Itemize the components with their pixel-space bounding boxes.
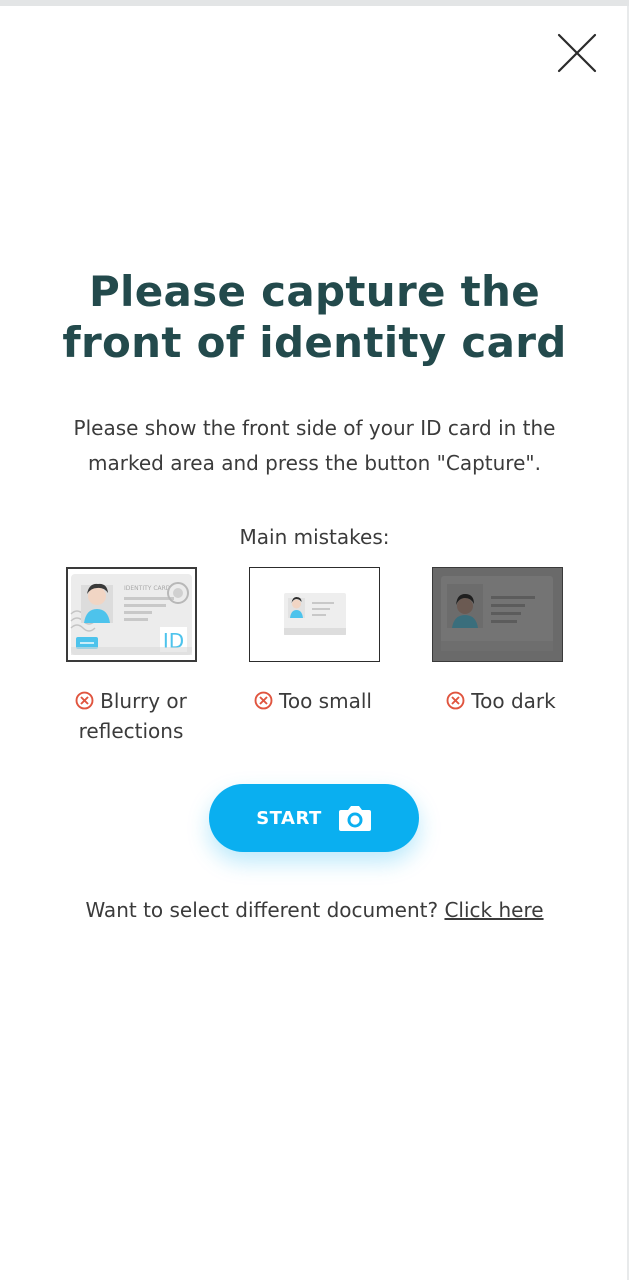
page-title: Please capture the front of identity car… bbox=[0, 266, 629, 368]
card-title-text: IDENTITY CARD bbox=[124, 585, 171, 592]
error-circle-icon bbox=[446, 691, 465, 710]
mistake-example-too-small bbox=[249, 567, 380, 662]
camera-icon bbox=[338, 806, 371, 831]
dark-id-card-illustration bbox=[433, 568, 562, 661]
mistakes-heading: Main mistakes: bbox=[239, 525, 390, 549]
top-status-strip bbox=[0, 0, 629, 6]
select-document-text: Want to select different document? bbox=[85, 898, 439, 922]
instructions-text: Please show the front side of your ID ca… bbox=[73, 416, 556, 475]
title-line-1: Please capture the bbox=[88, 267, 541, 316]
mistake-example-blurry: IDENTITY CARD ID bbox=[66, 567, 197, 662]
close-button[interactable] bbox=[556, 32, 598, 74]
mistake-label-too-dark: Too dark bbox=[471, 689, 556, 713]
mistake-example-too-dark bbox=[432, 567, 563, 662]
mistake-caption-too-small: Too small bbox=[238, 686, 388, 716]
select-document-prompt: Want to select different document? Click… bbox=[0, 895, 629, 925]
mistake-label-blurry: Blurry or reflections bbox=[78, 689, 187, 743]
title-line-2: front of identity card bbox=[62, 318, 567, 367]
mistake-caption-blurry: Blurry or reflections bbox=[56, 686, 206, 746]
start-button[interactable]: START bbox=[209, 784, 419, 852]
document-capture-screen: Please capture the front of identity car… bbox=[0, 0, 629, 1280]
mistake-label-too-small: Too small bbox=[279, 689, 372, 713]
close-icon bbox=[557, 33, 597, 73]
select-document-link[interactable]: Click here bbox=[444, 898, 543, 922]
mistake-caption-too-dark: Too dark bbox=[426, 686, 576, 716]
error-circle-icon bbox=[254, 691, 273, 710]
error-circle-icon bbox=[75, 691, 94, 710]
blurry-id-card-illustration: IDENTITY CARD ID bbox=[70, 574, 192, 655]
start-button-label: START bbox=[256, 807, 322, 829]
small-id-card-illustration bbox=[284, 593, 346, 635]
